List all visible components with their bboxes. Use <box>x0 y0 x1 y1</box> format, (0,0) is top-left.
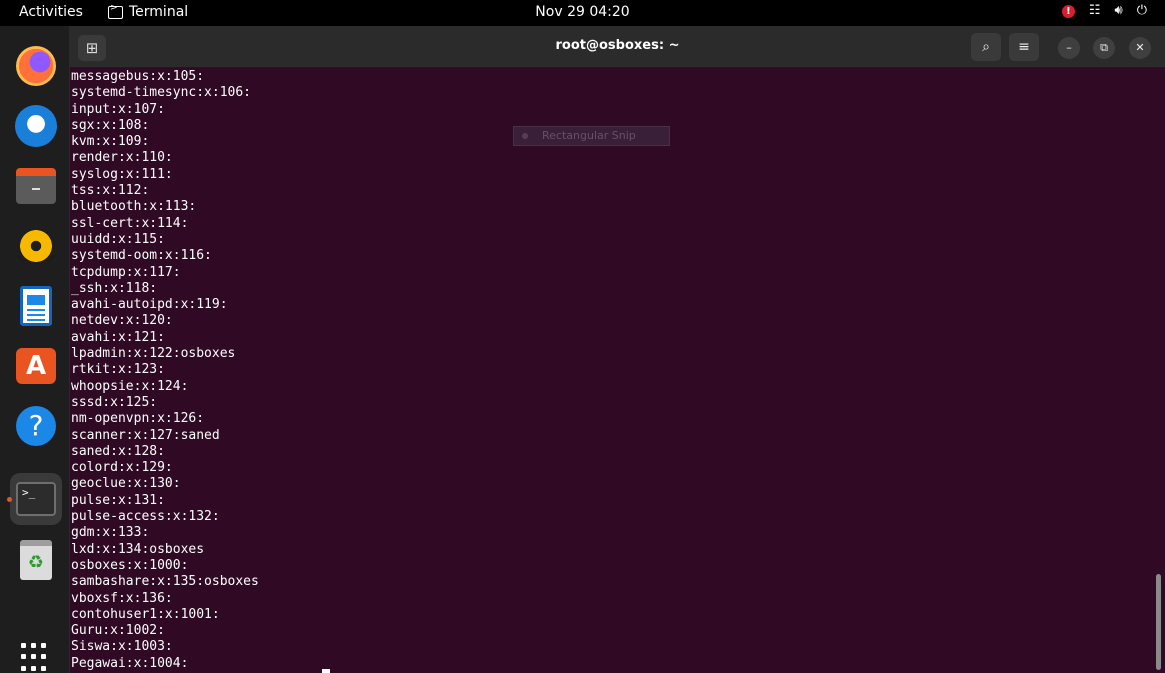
terminal-line: lxd:x:134:osboxes <box>71 541 205 557</box>
terminal-app-icon: >_ <box>16 482 56 516</box>
snip-label: Rectangular Snip <box>542 129 636 142</box>
dock-thunderbird[interactable] <box>10 100 62 152</box>
terminal-icon <box>108 3 123 19</box>
terminal-line: Pegawai:x:1004: <box>71 655 189 671</box>
dock-app-center[interactable]: A <box>10 340 62 392</box>
rhythmbox-icon <box>18 228 54 264</box>
terminal-lines: messagebus:x:105: systemd-timesync:x:106:… <box>71 69 259 672</box>
activities-button[interactable]: Activities <box>19 4 83 20</box>
power-icon[interactable]: ⏻ <box>1137 4 1147 18</box>
scrollbar[interactable] <box>1156 574 1161 670</box>
clock[interactable]: Nov 29 04:20 <box>535 4 629 20</box>
header-bar: ⊞ root@osboxes: ~ ⌕ ≡ – ⧉ ✕ <box>70 26 1165 68</box>
terminal-line: systemd-timesync:x:106: <box>71 85 252 101</box>
terminal-line: netdev:x:120: <box>71 313 173 329</box>
terminal-line: ssl-cert:x:114: <box>71 215 189 231</box>
terminal-line: kvm:x:109: <box>71 134 150 150</box>
terminal-line: whoopsie:x:124: <box>71 378 189 394</box>
dock-firefox[interactable] <box>10 40 62 92</box>
running-indicator <box>7 497 12 502</box>
terminal-line: gdm:x:133: <box>71 525 150 541</box>
trash-icon: ♻ <box>20 540 52 580</box>
help-icon: ? <box>16 406 56 446</box>
terminal-line: sgx:x:108: <box>71 117 150 133</box>
dock-writer[interactable] <box>10 280 62 332</box>
dock-help[interactable]: ? <box>10 400 62 452</box>
terminal-line: lpadmin:x:122:osboxes <box>71 346 236 362</box>
alert-icon[interactable]: ! <box>1061 4 1075 18</box>
app-menu[interactable]: Terminal <box>108 3 189 20</box>
terminal-line: render:x:110: <box>71 150 173 166</box>
thunderbird-icon <box>15 105 57 147</box>
dock-trash[interactable]: ♻ <box>10 534 62 586</box>
search-button[interactable]: ⌕ <box>971 33 1001 61</box>
volume-icon[interactable]: 🔊︎ <box>1115 4 1123 18</box>
new-tab-button[interactable]: ⊞ <box>78 35 106 61</box>
terminal-line: bluetooth:x:113: <box>71 199 197 215</box>
terminal-line: tss:x:112: <box>71 183 150 199</box>
close-button[interactable]: ✕ <box>1129 37 1151 59</box>
text-cursor <box>322 669 330 673</box>
writer-icon <box>20 286 52 326</box>
terminal-output[interactable]: messagebus:x:105: systemd-timesync:x:106:… <box>70 69 1152 673</box>
show-apps-icon[interactable] <box>21 643 51 673</box>
terminal-window: ⊞ root@osboxes: ~ ⌕ ≡ – ⧉ ✕ messagebus:x… <box>70 26 1165 673</box>
terminal-line: avahi:x:121: <box>71 329 165 345</box>
terminal-line: rtkit:x:123: <box>71 362 165 378</box>
terminal-line: scanner:x:127:saned <box>71 427 220 443</box>
terminal-line: uuidd:x:115: <box>71 231 165 247</box>
top-bar: Activities Terminal Nov 29 04:20 ! ☷ 🔊︎ … <box>0 0 1165 26</box>
terminal-line: sssd:x:125: <box>71 394 158 410</box>
terminal-line: sambashare:x:135:osboxes <box>71 574 259 590</box>
terminal-line: Siswa:x:1003: <box>71 639 173 655</box>
terminal-line: vboxsf:x:136: <box>71 590 173 606</box>
dock-rhythmbox[interactable] <box>10 220 62 272</box>
terminal-line: syslog:x:111: <box>71 166 173 182</box>
files-icon <box>16 168 56 204</box>
app-menu-label: Terminal <box>129 4 189 20</box>
dock: A ? >_ ♻ <box>0 26 70 673</box>
terminal-line: geoclue:x:130: <box>71 476 181 492</box>
network-icon[interactable]: ☷ <box>1089 4 1101 18</box>
terminal-line: input:x:107: <box>71 101 165 117</box>
maximize-button[interactable]: ⧉ <box>1093 37 1115 59</box>
app-center-icon: A <box>16 348 56 384</box>
terminal-line: systemd-oom:x:116: <box>71 248 212 264</box>
dock-files[interactable] <box>10 160 62 212</box>
terminal-line: nm-openvpn:x:126: <box>71 411 205 427</box>
hamburger-icon: ≡ <box>1018 39 1030 55</box>
minimize-button[interactable]: – <box>1058 37 1080 59</box>
system-tray[interactable]: ! ☷ 🔊︎ ⏻ <box>1061 4 1147 18</box>
search-icon: ⌕ <box>982 39 990 55</box>
terminal-line: tcpdump:x:117: <box>71 264 181 280</box>
terminal-line: Guru:x:1002: <box>71 623 165 639</box>
terminal-line: saned:x:128: <box>71 443 165 459</box>
terminal-line: pulse-access:x:132: <box>71 509 220 525</box>
snip-icon <box>522 133 528 139</box>
terminal-line: pulse:x:131: <box>71 492 165 508</box>
firefox-icon <box>16 46 56 86</box>
terminal-line: contohuser1:x:1001: <box>71 606 220 622</box>
terminal-line: _ssh:x:118: <box>71 280 158 296</box>
terminal-line: avahi-autoipd:x:119: <box>71 297 228 313</box>
terminal-line: messagebus:x:105: <box>71 69 205 84</box>
terminal-line: osboxes:x:1000: <box>71 557 189 573</box>
dock-terminal[interactable]: >_ <box>7 473 62 525</box>
terminal-line: colord:x:129: <box>71 460 173 476</box>
menu-button[interactable]: ≡ <box>1009 33 1039 61</box>
snip-tooltip: Rectangular Snip <box>513 126 670 146</box>
